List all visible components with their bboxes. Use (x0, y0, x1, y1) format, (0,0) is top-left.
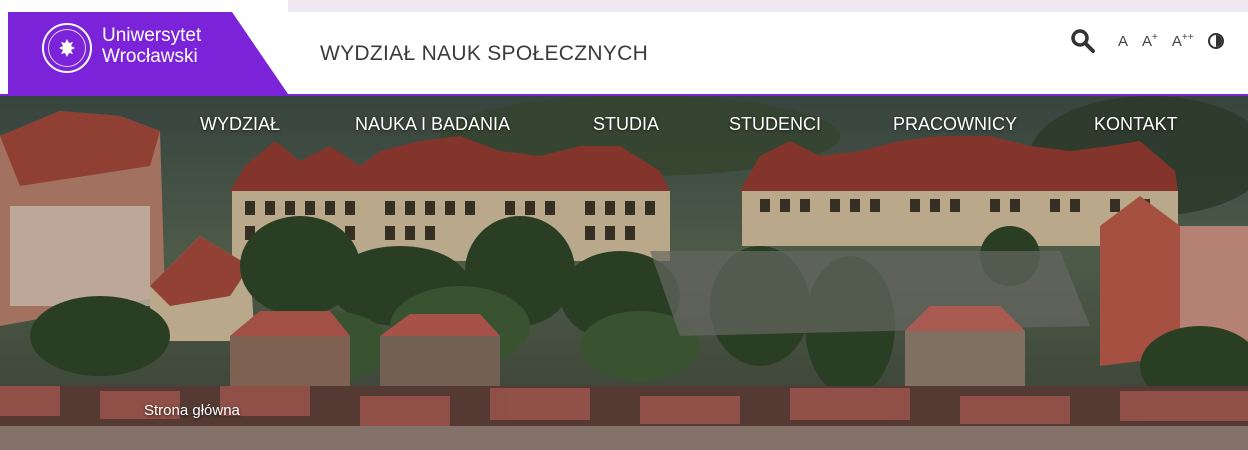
nav-item-kontakt[interactable]: KONTAKT (1094, 114, 1178, 135)
nav-item-studia[interactable]: STUDIA (593, 114, 659, 135)
search-icon[interactable] (1068, 26, 1098, 56)
nav-item-studenci[interactable]: STUDENCI (729, 114, 821, 135)
faculty-title[interactable]: WYDZIAŁ NAUK SPOŁECZNYCH (320, 42, 648, 66)
top-strip (288, 0, 1248, 12)
font-size-larger-button[interactable]: A++ (1172, 32, 1194, 50)
font-size-normal-button[interactable]: A (1118, 33, 1128, 50)
hero-banner: WYDZIAŁ NAUKA I BADANIA STUDIA STUDENCI … (0, 94, 1248, 450)
logo-text: Uniwersytet Wrocławski (102, 25, 201, 67)
nav-item-wydzial[interactable]: WYDZIAŁ (200, 114, 280, 135)
nav-item-pracownicy[interactable]: PRACOWNICY (893, 114, 1017, 135)
contrast-icon[interactable] (1207, 33, 1224, 49)
logo-line1: Uniwersytet (102, 25, 202, 46)
main-navigation: WYDZIAŁ NAUKA I BADANIA STUDIA STUDENCI … (0, 114, 1248, 142)
university-seal-icon (42, 23, 92, 73)
site-header: Uniwersytet Wrocławski WYDZIAŁ NAUK SPOŁ… (0, 12, 1248, 94)
university-logo[interactable]: Uniwersytet Wrocławski (0, 12, 288, 94)
accessibility-tools: A A+ A++ (1068, 26, 1224, 56)
font-size-large-button[interactable]: A+ (1142, 32, 1158, 50)
breadcrumb-home-link[interactable]: Strona główna (144, 402, 240, 419)
campus-aerial-image (0, 96, 1248, 450)
logo-line2: Wrocławski (102, 46, 198, 67)
breadcrumb: Strona główna (144, 402, 240, 419)
nav-item-nauka-i-badania[interactable]: NAUKA I BADANIA (355, 114, 510, 135)
